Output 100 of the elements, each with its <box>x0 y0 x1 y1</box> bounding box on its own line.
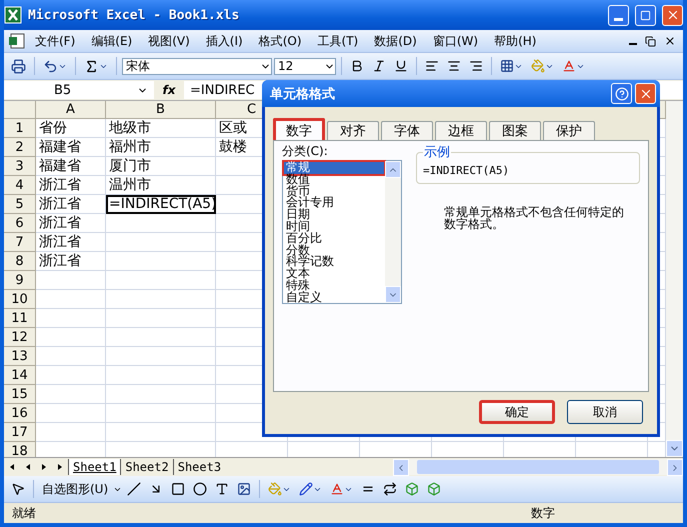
row-header[interactable]: 12 <box>4 328 36 347</box>
insert-function-button[interactable]: fx <box>154 83 184 97</box>
last-sheet-button[interactable] <box>56 463 64 471</box>
table-cell <box>36 366 106 385</box>
sheet-tab[interactable]: Sheet3 <box>172 459 226 475</box>
sample-label: 示例 <box>423 144 451 161</box>
list-item[interactable]: 日期 <box>284 209 384 221</box>
dialog-tab[interactable]: 图案 <box>489 121 541 140</box>
category-list[interactable]: 常规 数值 货币 会计专用 日期 时间 百分比 分数 科学记数 文本 特殊 自定义 <box>282 160 402 304</box>
menu-item[interactable]: 数据(D) <box>367 32 424 50</box>
arrows-icon <box>383 482 398 496</box>
menu-item[interactable]: 格式(O) <box>252 32 309 50</box>
picture-icon <box>237 482 252 496</box>
row-header[interactable]: 6 <box>4 214 36 233</box>
maximize-button[interactable] <box>635 4 656 26</box>
help-button[interactable] <box>611 83 632 104</box>
row-header[interactable]: 16 <box>4 404 36 423</box>
list-item[interactable]: 特殊 <box>284 280 384 292</box>
dialog-tab[interactable]: 字体 <box>381 121 433 140</box>
row-header[interactable]: 4 <box>4 176 36 195</box>
minimize-icon <box>614 18 623 20</box>
next-sheet-button[interactable] <box>40 463 48 471</box>
row-header[interactable]: 10 <box>4 290 36 309</box>
dialog-tab[interactable]: 对齐 <box>327 121 379 140</box>
dialog-button[interactable]: 取消 <box>567 400 643 424</box>
row-header[interactable]: 3 <box>4 157 36 176</box>
dialog-button[interactable]: 确定 <box>479 400 555 424</box>
menu-item[interactable]: 帮助(H) <box>487 32 544 50</box>
table-cell: 福州市 <box>106 138 216 157</box>
list-item[interactable]: 数值 <box>284 174 384 186</box>
font-color-icon <box>330 482 344 496</box>
list-item[interactable]: 科学记数 <box>284 256 384 268</box>
vertical-scrollbar[interactable] <box>666 101 683 457</box>
cube-icon <box>405 482 420 496</box>
menu-item[interactable]: 文件(F) <box>28 32 82 50</box>
pointer-icon <box>11 482 25 496</box>
table-cell <box>36 328 106 347</box>
status-mode: 数字 <box>531 504 555 522</box>
row-header[interactable]: 13 <box>4 347 36 366</box>
description-text: 常规单元格格式不包含任何特定的数字格式。 <box>444 206 625 230</box>
table-cell <box>36 404 106 423</box>
table-cell <box>36 290 106 309</box>
table-cell: 福建省 <box>36 157 106 176</box>
rectangle-icon <box>171 482 186 496</box>
row-header[interactable]: 5 <box>4 195 36 214</box>
minimize-icon <box>629 43 637 45</box>
undo-icon <box>43 58 58 74</box>
font-dropdown[interactable]: 宋体 <box>122 58 272 74</box>
app-logo-icon <box>4 6 22 24</box>
font-color-icon <box>562 59 576 73</box>
row-header[interactable]: 8 <box>4 252 36 271</box>
first-sheet-button[interactable] <box>8 463 16 471</box>
workbook-icon <box>8 33 26 49</box>
dialog-tab[interactable]: 边框 <box>435 121 487 140</box>
list-item[interactable]: 分数 <box>284 244 384 256</box>
list-item[interactable]: 常规 <box>284 162 384 174</box>
oval-icon <box>193 482 208 496</box>
printer-icon <box>11 58 26 74</box>
paint-bucket-icon <box>268 482 282 496</box>
list-item[interactable]: 货币 <box>284 186 384 198</box>
sheet-tab[interactable]: Sheet2 <box>120 459 173 475</box>
horizontal-scrollbar[interactable] <box>393 459 683 475</box>
table-cell <box>36 347 106 366</box>
row-header[interactable]: 18 <box>4 442 36 457</box>
table-cell: 温州市 <box>106 176 216 195</box>
row-header[interactable]: 7 <box>4 233 36 252</box>
menu-item[interactable]: 工具(T) <box>310 32 366 50</box>
autoshapes-menu[interactable]: 自选图形(U) <box>39 480 112 498</box>
sample-value: =INDIRECT(A5) <box>423 164 510 177</box>
row-header[interactable]: 11 <box>4 309 36 328</box>
dialog-tab[interactable]: 保护 <box>543 121 595 140</box>
sheet-tab[interactable]: Sheet1 <box>68 459 120 475</box>
row-header[interactable]: 15 <box>4 385 36 404</box>
table-cell <box>36 271 106 290</box>
row-header[interactable]: 17 <box>4 423 36 442</box>
menu-item[interactable]: 编辑(E) <box>84 32 140 50</box>
menu-item[interactable]: 插入(I) <box>198 32 250 50</box>
dialog-tab[interactable]: 数字 <box>273 118 325 140</box>
list-item[interactable]: 时间 <box>284 220 384 233</box>
list-item[interactable]: 自定义 <box>284 292 384 304</box>
row-header[interactable]: 9 <box>4 271 36 290</box>
table-cell <box>36 385 106 404</box>
row-header[interactable]: 2 <box>4 138 36 157</box>
column-header[interactable]: B <box>106 101 216 119</box>
list-item[interactable]: 文本 <box>284 268 384 280</box>
row-header[interactable]: 1 <box>4 119 36 138</box>
cube-icon <box>427 482 442 496</box>
list-item[interactable]: 会计专用 <box>284 197 384 210</box>
row-header[interactable]: 14 <box>4 366 36 385</box>
column-header[interactable]: A <box>36 101 106 119</box>
table-cell: 省份 <box>36 119 106 138</box>
menu-item[interactable]: 视图(V) <box>141 32 197 50</box>
previous-sheet-button[interactable] <box>24 463 32 471</box>
dialog-title: 单元格格式 <box>270 86 336 102</box>
name-box[interactable]: B5 <box>4 81 154 99</box>
menu-item[interactable]: 窗口(W) <box>426 32 486 50</box>
font-size-dropdown[interactable]: 12 <box>274 58 336 74</box>
table-cell: 厦门市 <box>106 157 216 176</box>
list-item[interactable]: 百分比 <box>284 232 384 245</box>
restore-icon <box>645 36 656 46</box>
